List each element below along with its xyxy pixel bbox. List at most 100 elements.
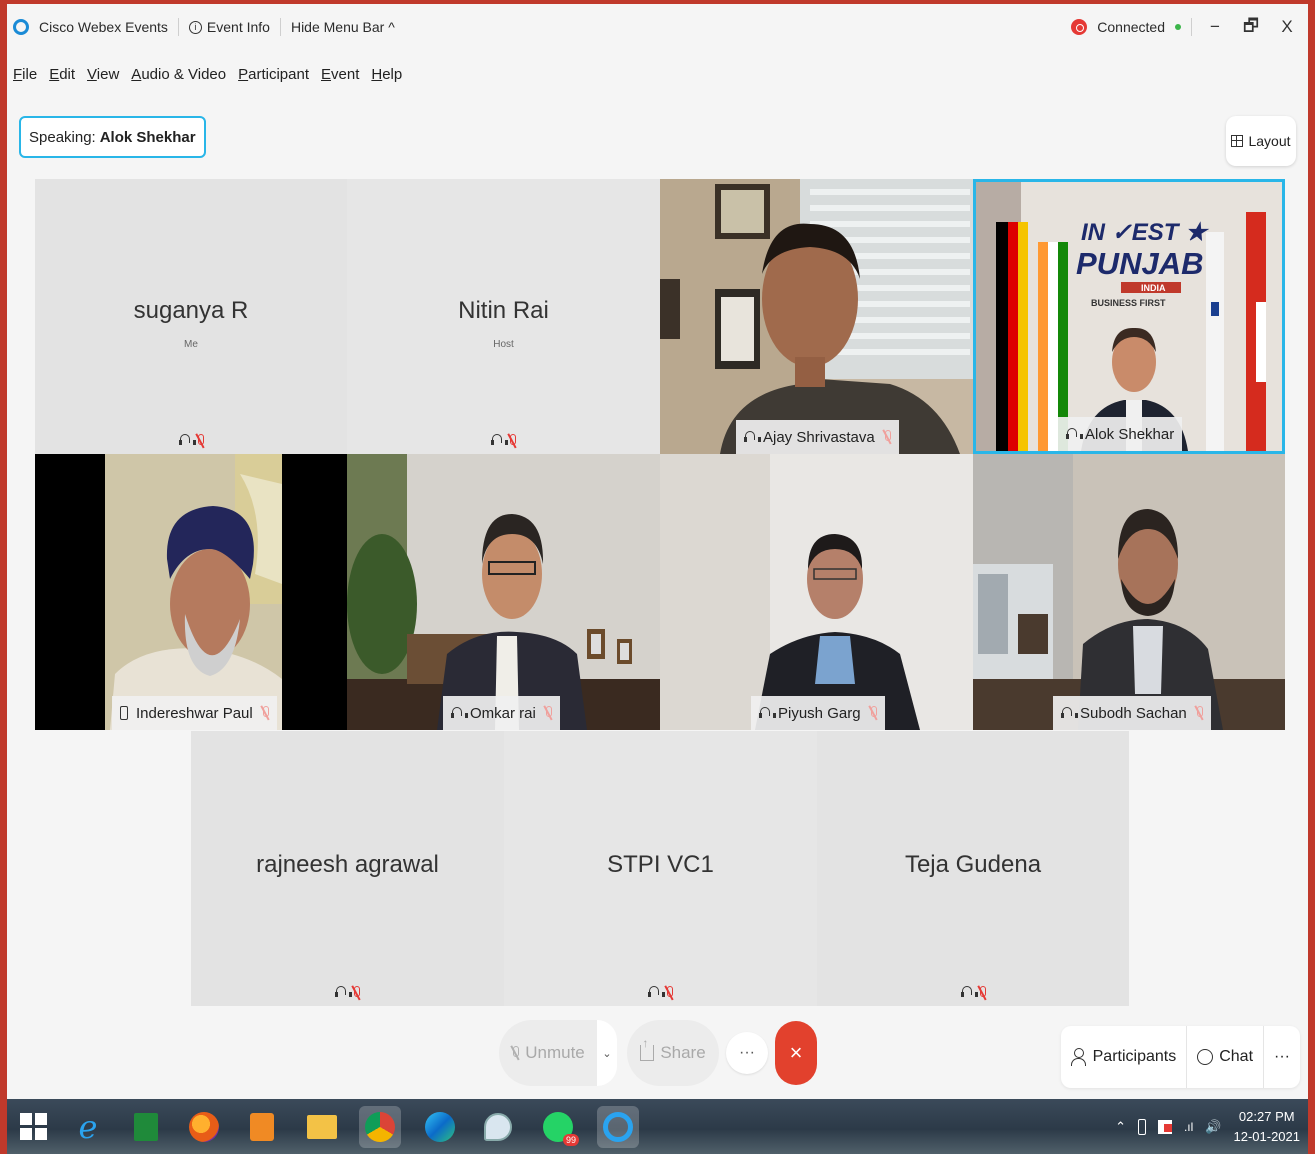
restore-button[interactable]: 🗗: [1238, 13, 1264, 42]
headset-icon: [178, 434, 196, 447]
participant-name: Teja Gudena: [904, 851, 1042, 878]
participant-tile[interactable]: suganya R Me: [35, 179, 347, 454]
muted-mic-icon[interactable]: [352, 986, 360, 1000]
menu-participant[interactable]: Participant: [238, 66, 309, 83]
participant-name: Ajay Shrivastava: [763, 428, 875, 446]
chat-icon: [1197, 1049, 1214, 1065]
participant-video-tile[interactable]: Omkar rai: [347, 454, 660, 730]
tile-status-icons: [191, 986, 504, 1000]
internet-explorer-taskbar-button[interactable]: e: [67, 1106, 109, 1148]
participant-tile[interactable]: Nitin Rai Host: [347, 179, 660, 454]
headset-icon: [648, 986, 665, 999]
participant-nametag: Subodh Sachan: [1053, 696, 1211, 730]
muted-mic-icon[interactable]: [978, 986, 986, 1000]
participant-video-tile[interactable]: Indereshwar Paul: [35, 454, 347, 730]
muted-mic-icon[interactable]: [665, 986, 673, 1000]
battery-icon[interactable]: [1137, 1119, 1146, 1135]
close-button[interactable]: X: [1274, 17, 1300, 37]
layout-button[interactable]: Layout: [1226, 116, 1296, 166]
participant-video-tile-active[interactable]: IN ✓EST ★ PUNJAB INDIA BUSINESS FIRST Al…: [973, 179, 1285, 454]
participant-video-tile[interactable]: Subodh Sachan: [973, 454, 1285, 730]
menu-bar: File Edit View Audio & Video Participant…: [7, 56, 402, 92]
right-panel-controls: Participants Chat ···: [1060, 1026, 1300, 1088]
hide-menu-bar-button[interactable]: Hide Menu Bar ^: [281, 19, 405, 35]
leave-meeting-button[interactable]: ×: [775, 1021, 817, 1085]
chevron-down-icon: ⌄: [602, 1047, 612, 1060]
tile-status-icons: [817, 986, 1129, 1000]
participants-button[interactable]: Participants: [1061, 1026, 1187, 1088]
event-info-button[interactable]: i Event Info: [179, 19, 280, 35]
participant-tile[interactable]: STPI VC1: [504, 731, 817, 1006]
muted-mic-icon[interactable]: [869, 706, 877, 720]
clock[interactable]: 02:27 PM 12-01-2021: [1234, 1107, 1301, 1147]
muted-mic-icon[interactable]: [508, 434, 516, 448]
webex-taskbar-button[interactable]: [597, 1106, 639, 1148]
phone-icon: [120, 706, 128, 720]
signal-icon[interactable]: .ıl: [1184, 1120, 1193, 1134]
folder-icon: [307, 1115, 337, 1139]
file-explorer-taskbar-button[interactable]: [301, 1106, 343, 1148]
menu-audio-video[interactable]: Audio & Video: [131, 66, 226, 83]
unmute-button[interactable]: Unmute: [499, 1020, 597, 1086]
participant-video-tile[interactable]: Piyush Garg: [660, 454, 973, 730]
participant-name: STPI VC1: [607, 851, 714, 878]
share-label: Share: [660, 1043, 706, 1062]
show-hidden-icons-icon[interactable]: ⌃: [1115, 1119, 1126, 1135]
share-button[interactable]: Share: [627, 1020, 719, 1086]
headset-sync-icon: [491, 434, 508, 447]
participant-name: Alok Shekhar: [1085, 425, 1175, 443]
muted-mic-icon[interactable]: [544, 706, 552, 720]
menu-file[interactable]: File: [13, 66, 37, 83]
menu-edit[interactable]: Edit: [49, 66, 75, 83]
recording-icon[interactable]: [1071, 19, 1088, 35]
headset-icon: [744, 430, 761, 444]
whatsapp-taskbar-button[interactable]: 99: [537, 1106, 579, 1148]
tile-status-icons: [347, 434, 660, 448]
chrome-icon: [365, 1112, 395, 1142]
participant-tile[interactable]: rajneesh agrawal: [191, 731, 504, 1006]
edge-icon: [425, 1112, 455, 1142]
participant-name: Piyush Garg: [778, 704, 861, 722]
headset-icon: [335, 986, 352, 999]
system-tray: ⌃ .ıl 🔊 02:27 PM 12-01-2021: [1115, 1105, 1300, 1149]
speaking-label: Speaking:: [29, 128, 96, 146]
network-status-icon[interactable]: [1157, 1120, 1172, 1134]
audio-options-dropdown[interactable]: ⌄: [597, 1020, 617, 1086]
video-feed: IN ✓EST ★ PUNJAB INDIA BUSINESS FIRST: [976, 182, 1282, 451]
video-feed: [660, 179, 973, 454]
media-player-taskbar-button[interactable]: [241, 1106, 283, 1148]
store-taskbar-button[interactable]: [125, 1106, 167, 1148]
webex-logo-icon: [13, 19, 29, 35]
headset-icon: [1066, 427, 1083, 441]
minimize-button[interactable]: −: [1202, 17, 1228, 37]
muted-mic-icon[interactable]: [261, 706, 269, 720]
menu-view[interactable]: View: [87, 66, 119, 83]
participants-icon: [1070, 1048, 1087, 1066]
layout-label: Layout: [1248, 133, 1291, 149]
headset-icon: [1061, 706, 1078, 720]
volume-icon[interactable]: 🔊: [1205, 1119, 1221, 1135]
chat-button[interactable]: Chat: [1187, 1026, 1263, 1088]
muted-mic-icon[interactable]: [883, 430, 891, 444]
more-options-button[interactable]: ···: [726, 1032, 768, 1074]
chrome-taskbar-button[interactable]: [359, 1106, 401, 1148]
participant-nametag: Omkar rai: [443, 696, 560, 730]
muted-mic-icon[interactable]: [196, 434, 204, 448]
more-panels-button[interactable]: ···: [1264, 1026, 1300, 1088]
mic-icon: [511, 1046, 520, 1060]
webex-window: Cisco Webex Events i Event Info Hide Men…: [7, 4, 1308, 1099]
grid-layout-icon: [1231, 135, 1244, 147]
firefox-taskbar-button[interactable]: [183, 1106, 225, 1148]
participant-nametag: Ajay Shrivastava: [736, 420, 899, 454]
participant-video-tile[interactable]: Ajay Shrivastava: [660, 179, 973, 454]
start-button[interactable]: [13, 1106, 55, 1148]
connection-status: Connected: [1097, 19, 1165, 35]
tile-status-icons: [35, 434, 347, 448]
video-feed: [347, 454, 660, 730]
edge-taskbar-button[interactable]: [419, 1106, 461, 1148]
participant-tile[interactable]: Teja Gudena: [817, 731, 1129, 1006]
menu-event[interactable]: Event: [321, 66, 359, 83]
paint-taskbar-button[interactable]: [477, 1106, 519, 1148]
menu-help[interactable]: Help: [371, 66, 402, 83]
muted-mic-icon[interactable]: [1195, 706, 1203, 720]
